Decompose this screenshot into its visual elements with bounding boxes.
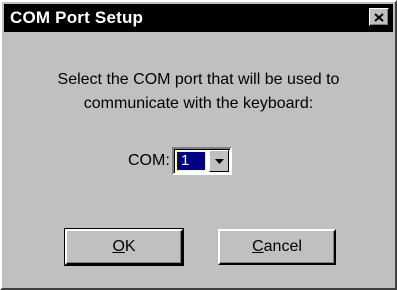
ok-button[interactable]: OK: [64, 228, 184, 266]
com-label: COM:: [128, 152, 170, 169]
cancel-label-rest: ancel: [263, 238, 302, 255]
instruction-line-1: Select the COM port that will be used to: [57, 71, 340, 88]
chevron-down-icon: [214, 152, 224, 170]
close-button[interactable]: [369, 8, 389, 26]
window-title: COM Port Setup: [10, 8, 144, 27]
cancel-button[interactable]: Cancel: [218, 229, 336, 265]
close-icon: [374, 12, 384, 22]
com-port-select[interactable]: 1: [172, 147, 232, 175]
com-port-selected-value[interactable]: 1: [176, 151, 206, 171]
ok-mnemonic: O: [112, 238, 125, 255]
com-port-setup-dialog: COM Port Setup Select the COM port that …: [0, 0, 397, 290]
instruction-text: Select the COM port that will be used to…: [2, 68, 395, 116]
ok-label-rest: K: [124, 238, 136, 255]
instruction-line-2: communicate with the keyboard:: [83, 95, 314, 112]
title-bar[interactable]: COM Port Setup: [4, 4, 393, 32]
cancel-mnemonic: C: [252, 238, 264, 255]
dropdown-button[interactable]: [209, 150, 229, 172]
